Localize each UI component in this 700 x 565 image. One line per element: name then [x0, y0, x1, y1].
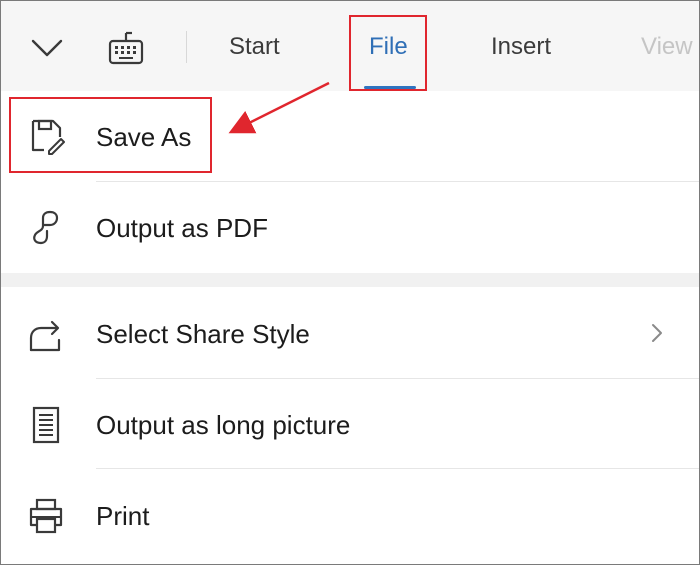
menu-divider	[96, 468, 699, 469]
keyboard-icon[interactable]	[101, 26, 151, 70]
menu-item-save-as[interactable]: Save As	[1, 93, 699, 183]
chevron-right-icon	[652, 324, 662, 342]
active-tab-indicator	[364, 86, 416, 89]
share-icon	[26, 315, 66, 355]
chevron-down-icon[interactable]	[25, 28, 69, 68]
app-window: Start File Insert View Save As Output as…	[0, 0, 700, 565]
menu-item-label: Select Share Style	[96, 319, 310, 349]
menu-item-long-picture[interactable]: Output as long picture	[1, 380, 699, 470]
long-picture-icon	[26, 405, 66, 445]
toolbar-divider	[186, 31, 187, 63]
menu-item-label: Print	[96, 501, 150, 531]
ribbon-toolbar: Start File Insert View	[1, 1, 699, 91]
save-as-icon	[26, 116, 66, 156]
menu-item-label: Save As	[96, 122, 192, 152]
menu-item-share-style[interactable]: Select Share Style	[1, 287, 699, 377]
menu-item-label: Output as long picture	[96, 410, 351, 440]
menu-divider	[96, 181, 699, 182]
tab-view[interactable]: View	[641, 31, 693, 63]
menu-item-output-pdf[interactable]: Output as PDF	[1, 183, 699, 273]
menu-divider	[96, 378, 699, 379]
tab-file[interactable]: File	[369, 31, 408, 63]
printer-icon	[26, 496, 66, 536]
menu-item-print[interactable]: Print	[1, 470, 699, 560]
tab-start[interactable]: Start	[229, 31, 280, 63]
menu-item-label: Output as PDF	[96, 213, 268, 243]
menu-group-gap	[1, 273, 699, 287]
tab-insert[interactable]: Insert	[491, 31, 551, 63]
pdf-icon	[26, 208, 66, 248]
